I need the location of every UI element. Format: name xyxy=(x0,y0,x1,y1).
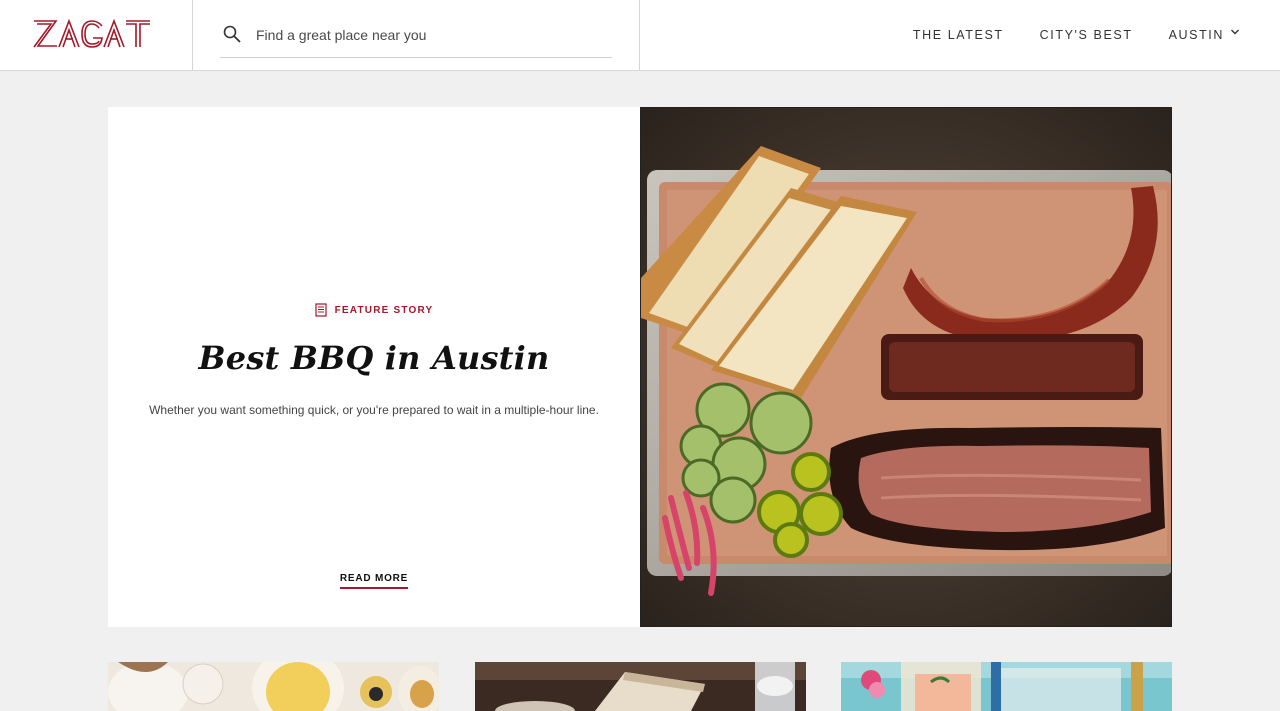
nav-citys-best[interactable]: CITY'S BEST xyxy=(1040,28,1133,42)
feature-dek: Whether you want something quick, or you… xyxy=(149,403,599,417)
story-card-image[interactable] xyxy=(475,662,806,711)
logo-cell xyxy=(0,0,193,70)
search-input[interactable] xyxy=(256,22,606,48)
story-card-image[interactable] xyxy=(108,662,439,711)
nav-the-latest[interactable]: THE LATEST xyxy=(913,28,1004,42)
newspaper-icon xyxy=(315,303,327,317)
read-more: READ MORE xyxy=(108,573,640,589)
read-more-link[interactable]: READ MORE xyxy=(339,573,409,589)
feature-kicker-label: FEATURE STORY xyxy=(334,304,434,316)
search-bar[interactable] xyxy=(220,16,612,58)
feature-text-panel: FEATURE STORY Best BBQ in Austin Whether… xyxy=(108,107,640,627)
city-label: AUSTIN xyxy=(1168,28,1224,42)
nav-city-selector[interactable]: AUSTIN xyxy=(1169,28,1240,42)
zagat-logo[interactable] xyxy=(32,14,162,54)
feature-image[interactable] xyxy=(640,107,1172,627)
feature-kicker: FEATURE STORY xyxy=(108,303,640,317)
site-header: THE LATEST CITY'S BEST AUSTIN xyxy=(0,0,1280,71)
search-cell xyxy=(193,0,640,70)
feature-hero: FEATURE STORY Best BBQ in Austin Whether… xyxy=(108,107,1172,627)
feature-title[interactable]: Best BBQ in Austin xyxy=(108,339,640,377)
search-icon[interactable] xyxy=(222,24,242,44)
chevron-down-icon xyxy=(1231,29,1239,35)
main-nav: THE LATEST CITY'S BEST AUSTIN xyxy=(877,0,1240,70)
story-card-image[interactable] xyxy=(841,662,1172,711)
